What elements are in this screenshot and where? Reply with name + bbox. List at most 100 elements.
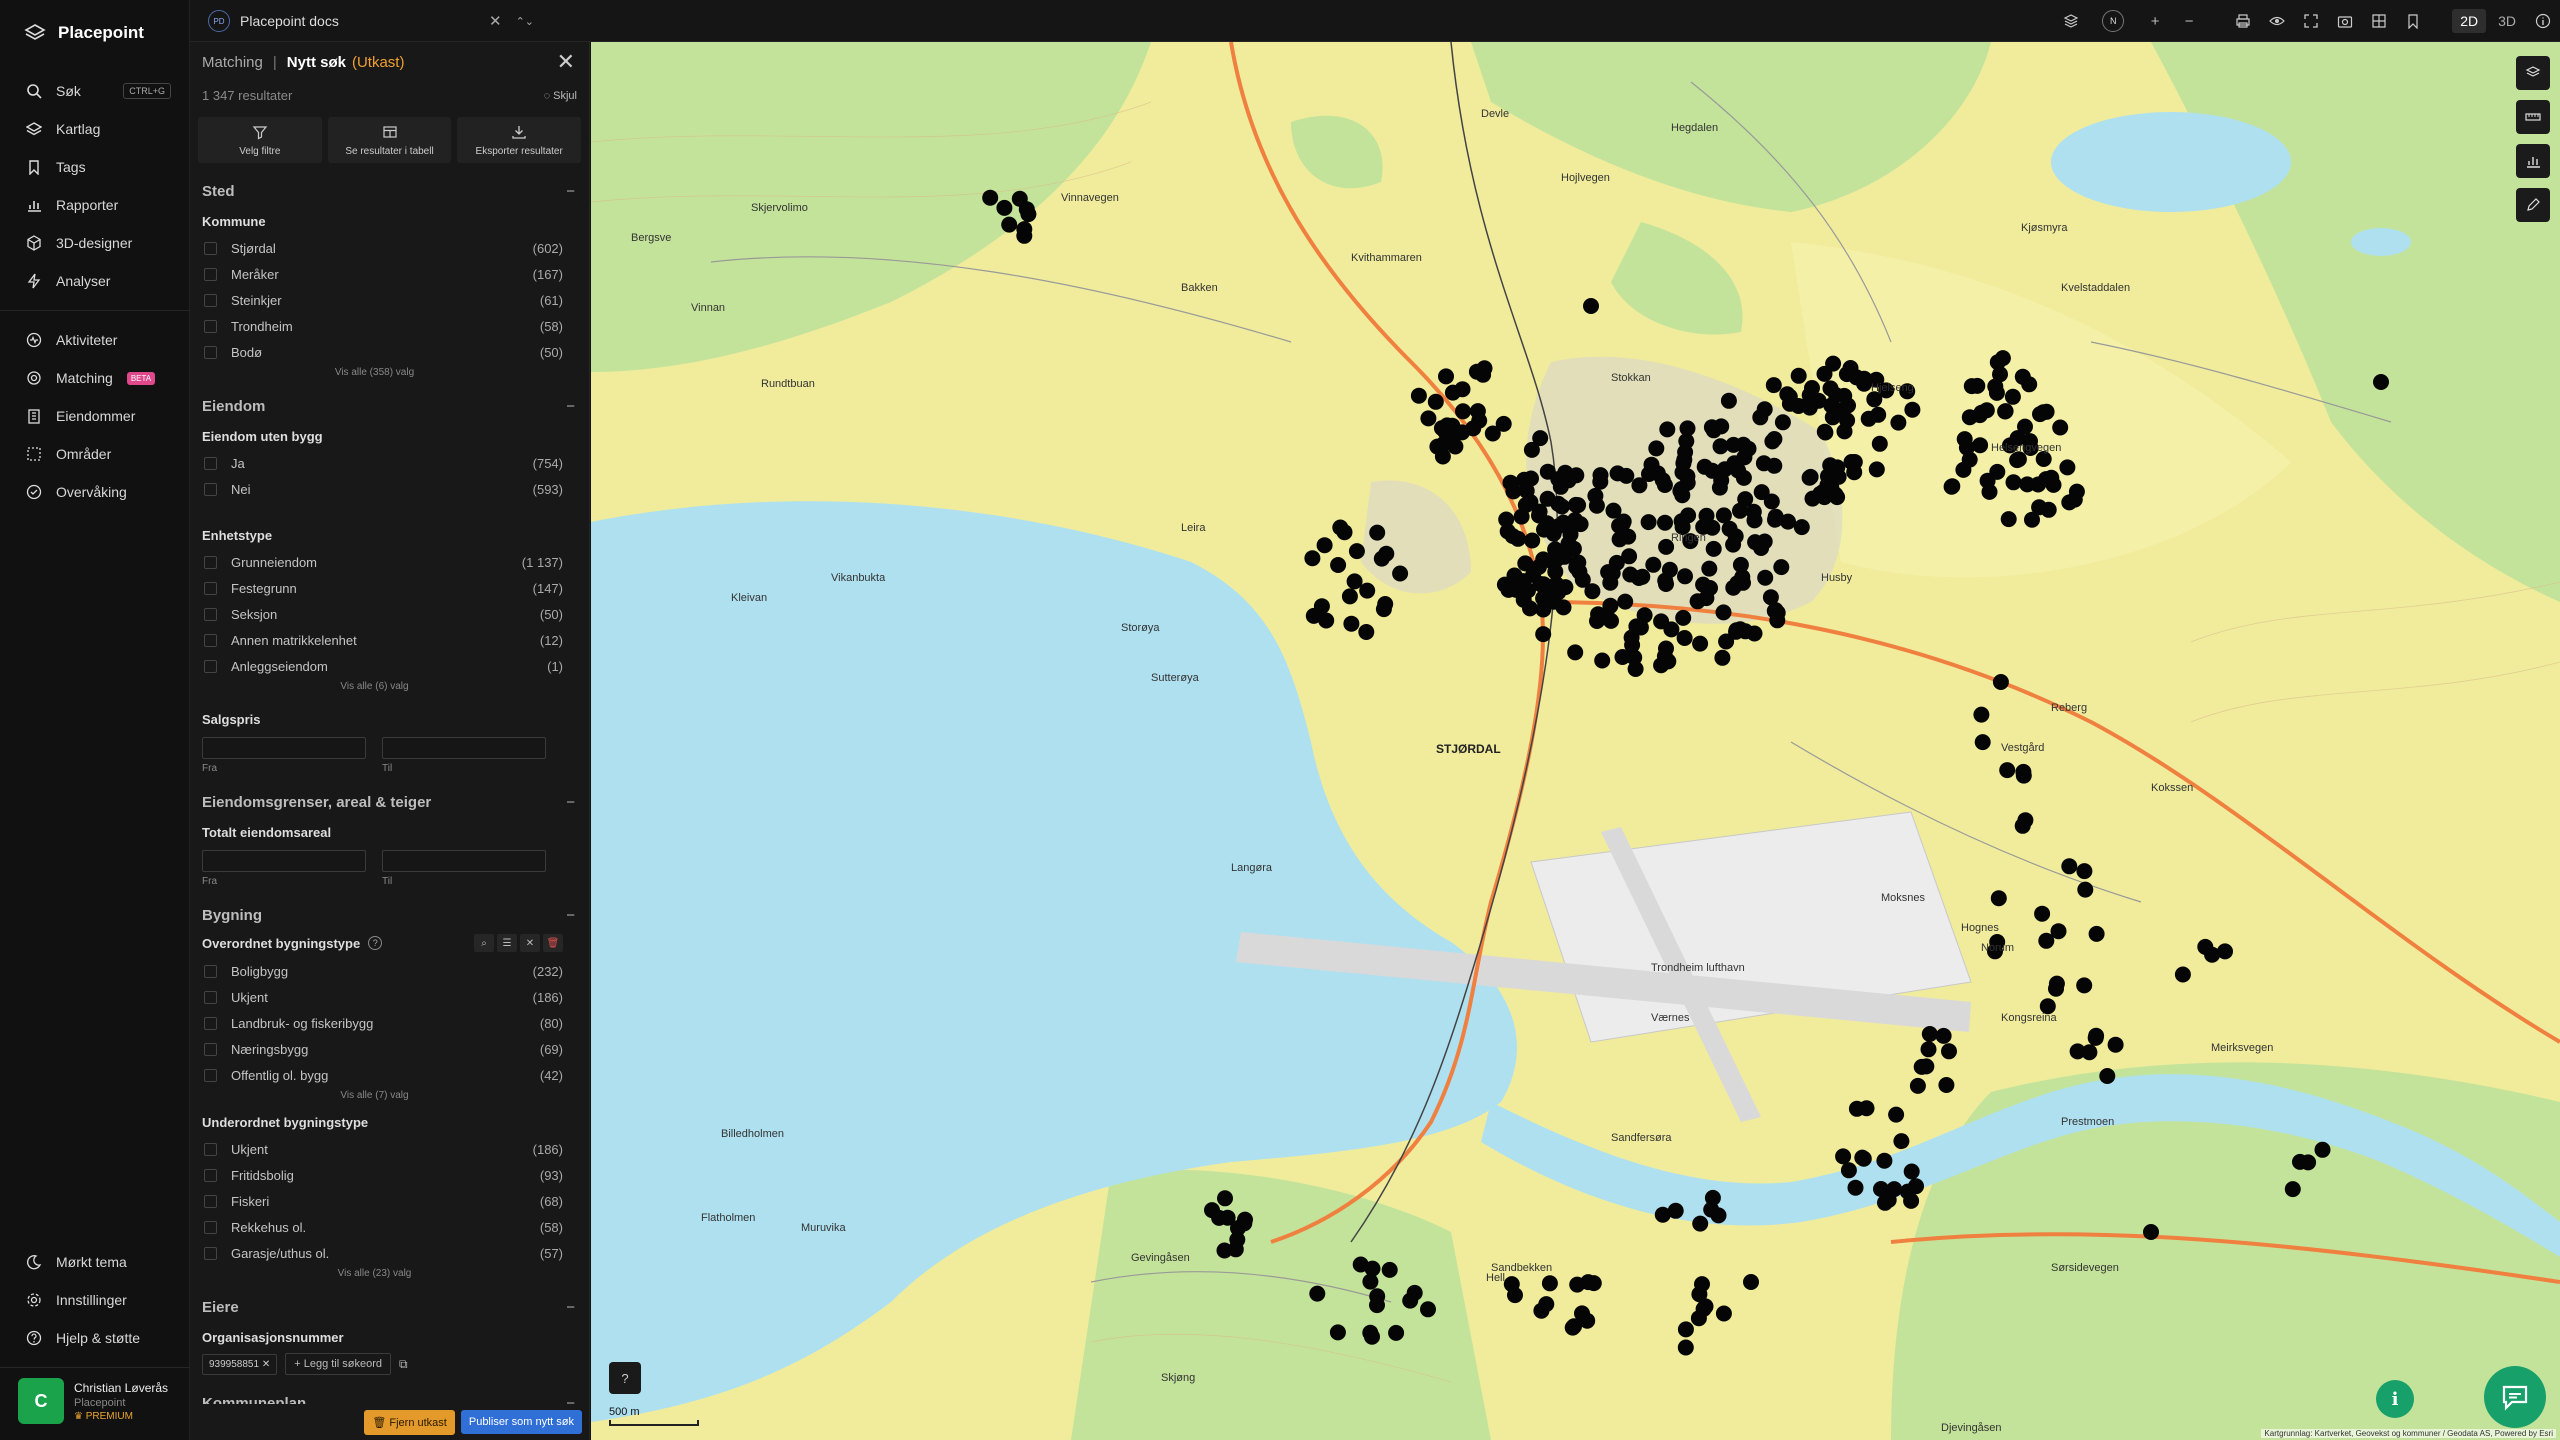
result-marker[interactable] xyxy=(1420,410,1437,427)
checkbox[interactable] xyxy=(204,319,217,333)
result-marker[interactable] xyxy=(1992,674,2009,690)
result-marker[interactable] xyxy=(2174,966,2191,983)
result-marker[interactable] xyxy=(1974,734,1991,751)
result-marker[interactable] xyxy=(1994,350,2011,367)
result-marker[interactable] xyxy=(1846,464,1863,481)
result-marker[interactable] xyxy=(1734,569,1751,585)
result-marker[interactable] xyxy=(1989,463,2006,480)
filter-option[interactable]: Bodø (50) xyxy=(190,339,589,365)
result-marker[interactable] xyxy=(1661,561,1678,578)
result-marker[interactable] xyxy=(1001,216,1018,233)
result-marker[interactable] xyxy=(1305,607,1322,624)
zoom-in-icon[interactable]: + xyxy=(2138,0,2172,42)
map-canvas[interactable]: Vinnavegen Devle Hojlvegen Hegdalen Kvithamm… xyxy=(591,42,2560,1440)
result-marker[interactable] xyxy=(2040,501,2057,518)
nav-tags[interactable]: Tags xyxy=(0,148,189,186)
list-icon[interactable]: ☰ xyxy=(497,934,517,952)
view-2d-toggle[interactable]: 2D xyxy=(2452,9,2487,33)
collapse-icon[interactable]: − xyxy=(566,907,575,924)
result-marker[interactable] xyxy=(2088,925,2105,942)
choose-filters-button[interactable]: Velg filtre xyxy=(198,117,322,163)
result-marker[interactable] xyxy=(1825,355,1842,372)
result-marker[interactable] xyxy=(1804,380,1820,396)
result-marker[interactable] xyxy=(2217,943,2233,960)
checkbox[interactable] xyxy=(204,659,217,673)
result-marker[interactable] xyxy=(1938,1077,1955,1093)
result-marker[interactable] xyxy=(1615,513,1632,530)
result-marker[interactable] xyxy=(1217,1190,1233,1207)
result-marker[interactable] xyxy=(1503,1276,1520,1293)
print-icon[interactable] xyxy=(2226,0,2260,42)
result-marker[interactable] xyxy=(1583,298,1599,314)
result-marker[interactable] xyxy=(1611,531,1628,548)
result-marker[interactable] xyxy=(1237,1211,1253,1228)
result-marker[interactable] xyxy=(1640,514,1657,531)
result-marker[interactable] xyxy=(1732,502,1748,519)
result-marker[interactable] xyxy=(2017,418,2033,435)
result-marker[interactable] xyxy=(1848,1100,1865,1117)
result-marker[interactable] xyxy=(1216,1242,1233,1259)
filter-option[interactable]: Meråker (167) xyxy=(190,261,589,287)
result-marker[interactable] xyxy=(1358,624,1375,640)
publish-button[interactable]: Publiser som nytt søk xyxy=(460,1410,582,1434)
result-marker[interactable] xyxy=(1890,414,1907,431)
result-marker[interactable] xyxy=(1743,1274,1759,1290)
result-marker[interactable] xyxy=(1427,393,1444,410)
nav-properties[interactable]: Eiendommer xyxy=(0,397,189,435)
result-marker[interactable] xyxy=(1827,486,1844,503)
result-marker[interactable] xyxy=(2004,388,2021,405)
result-marker[interactable] xyxy=(1836,387,1853,404)
result-marker[interactable] xyxy=(2068,483,2085,500)
result-marker[interactable] xyxy=(1961,409,1978,426)
camera-icon[interactable] xyxy=(2328,0,2362,42)
section-owners[interactable]: Eiere − xyxy=(190,1299,589,1316)
filter-option[interactable]: Seksjon (50) xyxy=(190,601,589,627)
result-marker[interactable] xyxy=(1553,498,1570,515)
bookmark-icon[interactable] xyxy=(2396,0,2430,42)
filter-option[interactable]: Grunneiendom (1 137) xyxy=(190,549,589,575)
result-marker[interactable] xyxy=(2088,1027,2105,1044)
result-marker[interactable] xyxy=(1588,497,1605,514)
result-marker[interactable] xyxy=(1677,1339,1694,1356)
result-marker[interactable] xyxy=(1997,403,2014,420)
result-marker[interactable] xyxy=(2061,858,2078,875)
result-marker[interactable] xyxy=(1680,507,1697,524)
result-marker[interactable] xyxy=(1689,593,1706,610)
view-table-button[interactable]: Se resultater i tabell xyxy=(327,117,452,163)
collapse-icon[interactable]: − xyxy=(566,398,575,415)
checkbox[interactable] xyxy=(204,482,217,496)
eye-icon[interactable] xyxy=(2260,0,2294,42)
result-marker[interactable] xyxy=(1899,1183,1916,1200)
result-marker[interactable] xyxy=(1726,455,1743,472)
result-marker[interactable] xyxy=(1667,1202,1684,1219)
result-marker[interactable] xyxy=(1935,1027,1952,1044)
result-marker[interactable] xyxy=(1677,568,1693,585)
section-building[interactable]: Bygning − xyxy=(190,907,589,924)
result-marker[interactable] xyxy=(2143,1224,2159,1240)
result-marker[interactable] xyxy=(1756,533,1773,550)
result-marker[interactable] xyxy=(2015,767,2032,784)
result-marker[interactable] xyxy=(1444,384,1461,401)
result-marker[interactable] xyxy=(1835,1148,1852,1165)
result-marker[interactable] xyxy=(982,189,999,206)
result-marker[interactable] xyxy=(1705,540,1722,557)
result-marker[interactable] xyxy=(1564,1319,1581,1336)
result-marker[interactable] xyxy=(1956,431,1973,448)
result-marker[interactable] xyxy=(1584,583,1601,600)
result-marker[interactable] xyxy=(1436,435,1453,452)
result-marker[interactable] xyxy=(1653,613,1670,630)
result-marker[interactable] xyxy=(1346,573,1363,590)
zoom-out-icon[interactable]: − xyxy=(2172,0,2206,42)
result-marker[interactable] xyxy=(1570,497,1587,514)
result-marker[interactable] xyxy=(1888,1106,1905,1123)
result-marker[interactable] xyxy=(1790,398,1807,414)
result-marker[interactable] xyxy=(1703,419,1720,436)
result-marker[interactable] xyxy=(1765,377,1782,394)
result-marker[interactable] xyxy=(1679,420,1696,437)
info-button[interactable]: i xyxy=(2376,1380,2414,1418)
nav-analyses[interactable]: Analyser xyxy=(0,262,189,300)
section-place[interactable]: Sted − xyxy=(190,183,589,200)
result-marker[interactable] xyxy=(1375,601,1392,618)
result-marker[interactable] xyxy=(1336,524,1353,541)
result-marker[interactable] xyxy=(1378,545,1395,562)
